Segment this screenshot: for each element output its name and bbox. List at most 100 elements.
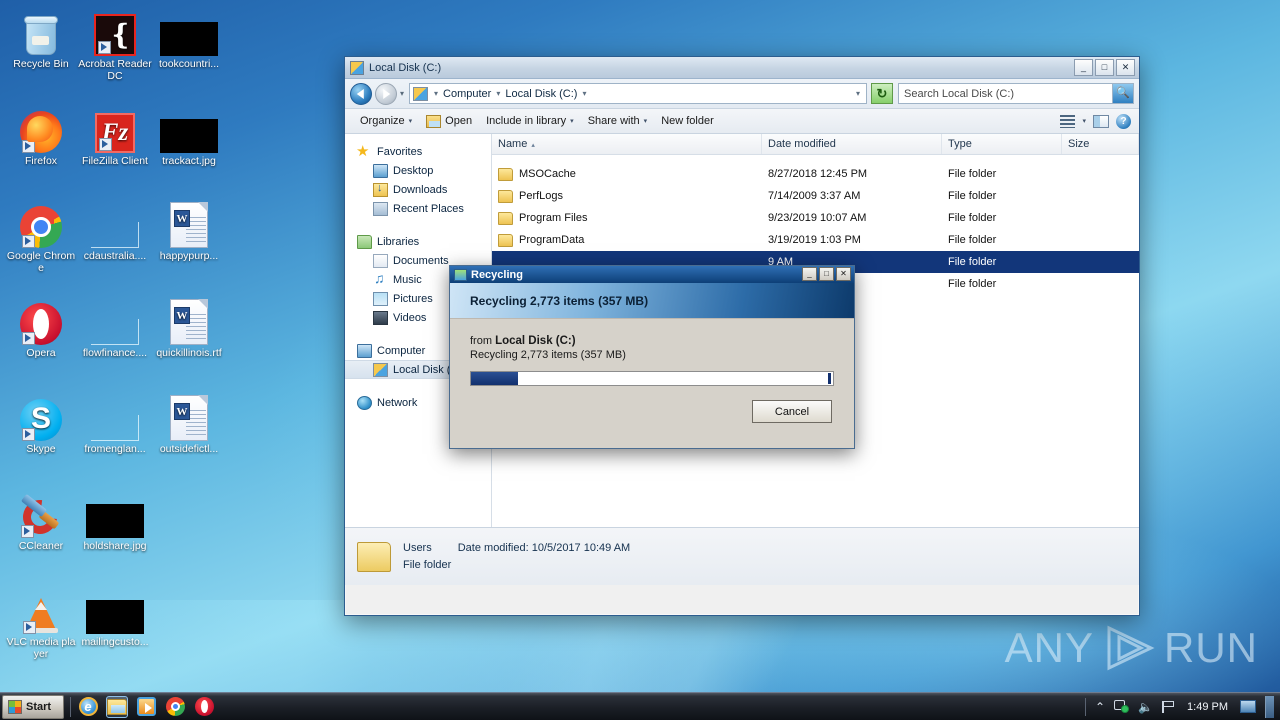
internet-explorer-icon[interactable] [77,696,99,718]
dialog-maximize-button[interactable]: □ [819,267,834,281]
view-chevron-down-icon[interactable]: ▾ [1082,117,1086,125]
address-bar[interactable]: ▾ Computer ▾ Local Disk (C:) ▾ ▾ [409,83,867,104]
desktop-icon-fromenglan[interactable]: fromenglan... [78,393,152,456]
refresh-icon[interactable] [871,83,893,104]
desktop-icon-outsidefictl[interactable]: W outsidefictl... [152,393,226,456]
forward-button[interactable] [375,82,397,105]
dialog-minimize-button[interactable]: _ [802,267,817,281]
desktop-icon-vlc[interactable]: VLC media player [4,586,78,660]
row-name-cell: PerfLogs [492,189,762,203]
table-row[interactable]: PerfLogs 7/14/2009 3:37 AM File folder [492,185,1139,207]
desktop-icon-quickillinois[interactable]: W quickillinois.rtf [152,297,226,360]
flag-icon[interactable] [1162,700,1175,713]
maximize-button[interactable]: □ [1095,59,1114,76]
show-hidden-icons-chevron-icon[interactable]: ⌃ [1095,701,1105,713]
computer-icon [357,343,372,358]
table-row[interactable]: MSOCache 8/27/2018 12:45 PM File folder [492,163,1139,185]
back-button[interactable] [350,82,372,105]
desktop-icon-recycle-bin[interactable]: Recycle Bin [4,8,78,71]
libraries-icon [357,234,372,249]
desktop-icon-holdshare[interactable]: holdshare.jpg [78,490,152,553]
table-row[interactable]: Program Files 9/23/2019 10:07 AM File fo… [492,207,1139,229]
close-button[interactable]: ✕ [1116,59,1135,76]
new-folder-button[interactable]: New folder [654,112,721,130]
network-tray-icon[interactable] [1114,700,1130,713]
column-header-type[interactable]: Type [942,134,1062,154]
opera-icon[interactable] [193,696,215,718]
sidebar-item-libraries[interactable]: Libraries [345,232,491,251]
sidebar-item-recent-places[interactable]: Recent Places [345,199,491,218]
desktop-icon [373,163,388,178]
explorer-command-bar: Organize ▾ Open Include in library ▾ Sha… [345,109,1139,134]
desktop-icon-google-chrome[interactable]: Google Chrome [4,200,78,274]
search-input[interactable] [899,87,1112,100]
sidebar-item-favorites[interactable]: Favorites [345,142,491,161]
breadcrumb-caret-0[interactable]: ▾ [431,89,441,98]
clock[interactable]: 1:49 PM [1184,701,1231,713]
desktop-icon-skype[interactable]: S Skype [4,393,78,456]
help-icon[interactable]: ? [1116,113,1131,129]
breadcrumb-computer[interactable]: Computer [441,88,493,100]
desktop-icon-firefox[interactable]: Firefox [4,105,78,168]
desktop-icon-ccleaner[interactable]: CCleaner [4,490,78,553]
sidebar-item-downloads[interactable]: Downloads [345,180,491,199]
desktop-icon-acrobat-reader[interactable]: ❴ Acrobat Reader DC [78,8,152,82]
word-document-icon: W [152,297,226,345]
minimize-button[interactable]: _ [1074,59,1093,76]
dialog-close-button[interactable]: ✕ [836,267,851,281]
desktop-icon-mailingcusto[interactable]: mailingcusto... [78,586,152,649]
desktop-icon-trackact[interactable]: trackact.jpg [152,105,226,168]
cancel-button[interactable]: Cancel [752,400,832,423]
row-type: File folder [948,190,997,202]
row-name-cell: MSOCache [492,167,762,181]
windows-explorer-icon[interactable] [106,695,128,718]
organize-button[interactable]: Organize ▾ [353,112,419,130]
dialog-header-text: Recycling 2,773 items (357 MB) [470,293,649,308]
open-button[interactable]: Open [419,112,479,131]
breadcrumb-separator-2[interactable]: ▾ [579,89,589,98]
desktop-icon-opera[interactable]: Opera [4,297,78,360]
share-with-button[interactable]: Share with ▾ [581,112,655,130]
anyrun-watermark: ANY RUN [1005,624,1258,672]
recent-pages-dropdown-icon[interactable]: ▾ [400,89,404,98]
address-dropdown-icon[interactable]: ▾ [856,89,863,98]
table-row[interactable]: ProgramData 3/19/2019 1:03 PM File folde… [492,229,1139,251]
desktop-icon-label: fromenglan... [84,443,146,455]
search-icon[interactable]: 🔍 [1112,84,1133,103]
column-header-name[interactable]: Name ▴ [492,134,762,154]
row-name-cell: Program Files [492,211,762,225]
start-button[interactable]: Start [2,694,64,719]
command-bar-right: ▾ ? [1060,113,1131,129]
chrome-icon[interactable] [164,696,186,718]
dialog-title: Recycling [471,268,523,281]
column-header-date-modified[interactable]: Date modified [762,134,942,154]
desktop-icon-cdaustralia[interactable]: cdaustralia.... [78,200,152,263]
dialog-title-bar[interactable]: Recycling _ □ ✕ [450,266,854,283]
desktop-icon-label: Recycle Bin [13,58,69,70]
watermark-text-left: ANY [1004,624,1094,671]
play-triangle-logo-icon [1103,624,1155,672]
word-document-icon: W [152,393,226,441]
breadcrumb-separator-1[interactable]: ▾ [493,89,503,98]
desktop-icon-happypurp[interactable]: W happypurp... [152,200,226,263]
desktop-icon-filezilla[interactable]: Fz FileZilla Client [78,105,152,168]
sidebar-item-desktop[interactable]: Desktop [345,161,491,180]
window-controls: _ □ ✕ [1074,59,1135,76]
windows-orb-icon [8,699,22,714]
view-list-icon[interactable] [1060,114,1076,128]
desktop-icon-flowfinance[interactable]: flowfinance.... [78,297,152,360]
show-desktop-button[interactable] [1265,695,1274,718]
search-box[interactable]: 🔍 [898,83,1134,104]
preview-pane-icon[interactable] [1093,114,1109,128]
breadcrumb-local-disk[interactable]: Local Disk (C:) [503,88,579,100]
skype-icon: S [4,393,78,441]
screen-icon[interactable] [1240,700,1256,713]
include-in-library-button[interactable]: Include in library ▾ [479,112,581,130]
volume-icon[interactable]: 🔈 [1138,701,1153,713]
folder-icon [498,211,513,225]
column-header-size[interactable]: Size [1062,134,1139,154]
windows-media-player-icon[interactable] [135,696,157,718]
details-name: Users [403,541,432,554]
desktop-icon-tookcountri[interactable]: tookcountri... [152,8,226,71]
explorer-title-bar[interactable]: Local Disk (C:) _ □ ✕ [345,57,1139,79]
